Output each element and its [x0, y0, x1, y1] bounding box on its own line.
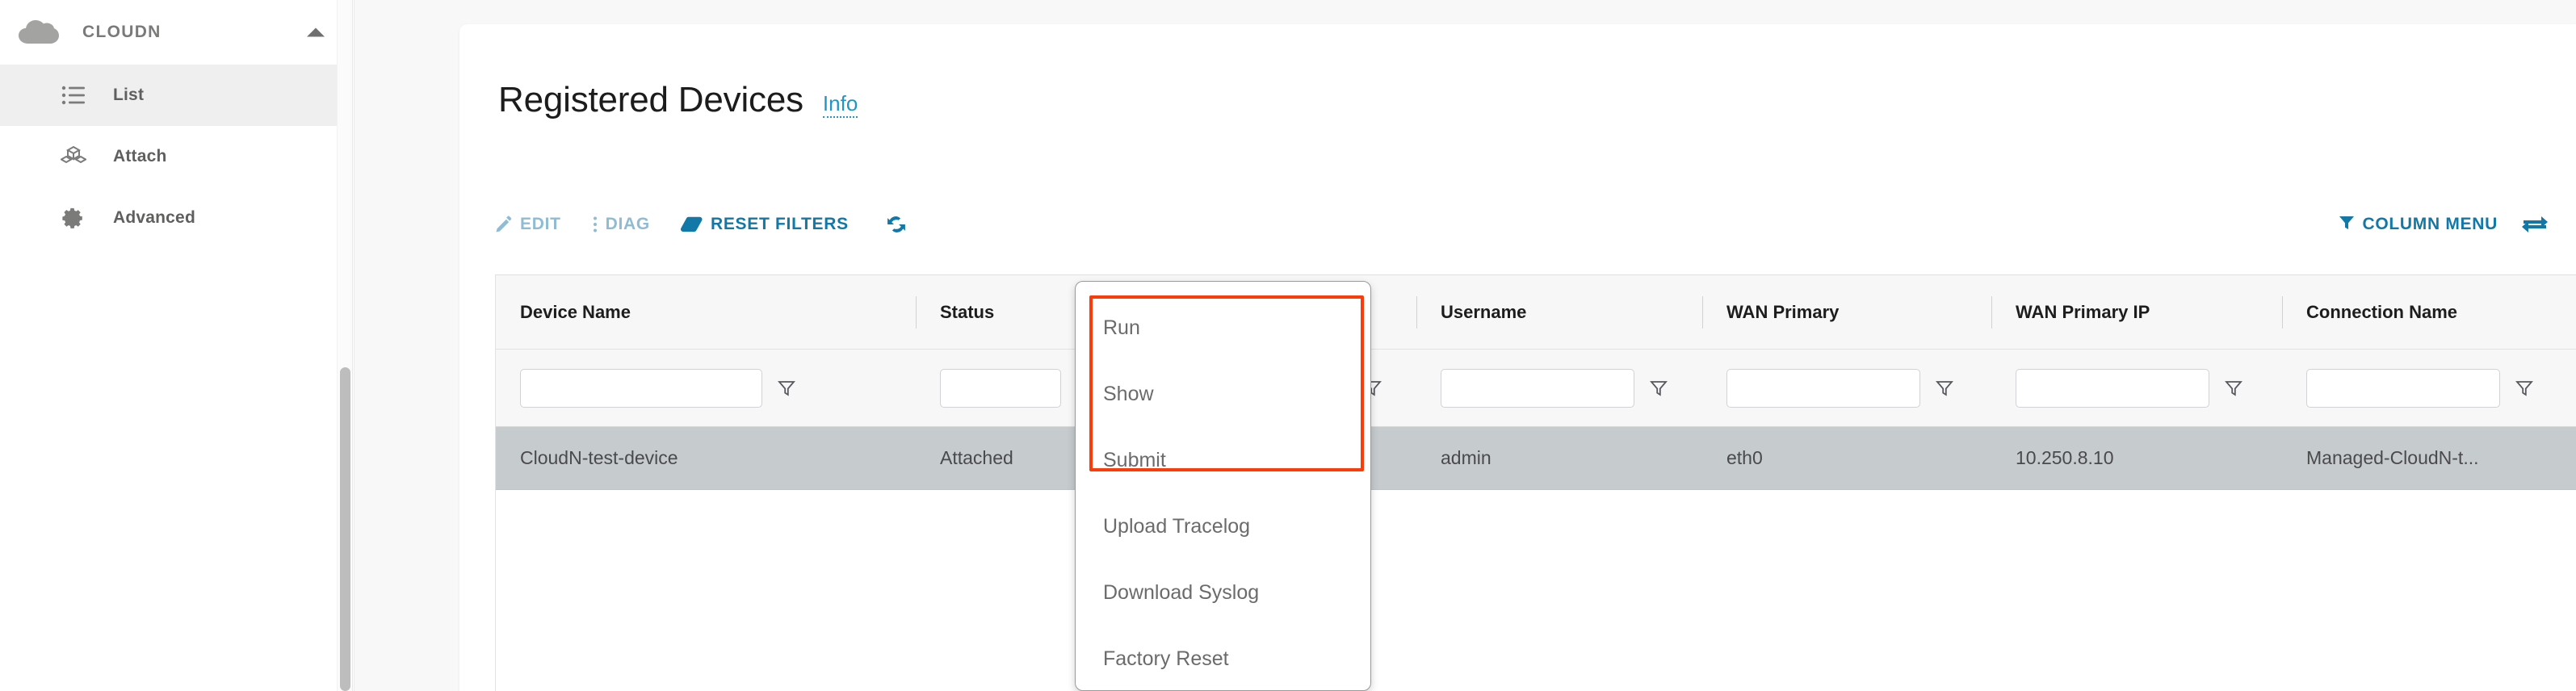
- table-filter-cell: [2282, 350, 2573, 427]
- filter-input[interactable]: [520, 369, 762, 408]
- table-cell: eth0: [1702, 427, 1991, 490]
- menu-item[interactable]: Download Syslog: [1076, 559, 1370, 626]
- menu-item[interactable]: Submit: [1076, 427, 1370, 493]
- table-header-label: WAN Primary: [1726, 302, 1839, 323]
- content-card: Registered Devices Info EDIT: [459, 24, 2576, 691]
- column-divider: [1416, 296, 1417, 329]
- funnel-icon: [2339, 215, 2355, 235]
- diag-button[interactable]: DIAG: [592, 208, 650, 241]
- edit-button[interactable]: EDIT: [495, 208, 561, 241]
- diag-actions-menu[interactable]: Run Show Submit Upload Tracelog Download Sys…: [1075, 281, 1371, 691]
- table-header-cell[interactable]: WAN Primary: [1702, 275, 1991, 350]
- column-menu-button[interactable]: COLUMN MENU: [2339, 215, 2498, 235]
- table-row[interactable]: CloudN-test-deviceAttached10.152.0.56adm…: [496, 427, 2576, 490]
- swap-arrows-icon[interactable]: [2522, 214, 2548, 235]
- sidebar-nav: List Attach: [0, 65, 352, 249]
- devices-table: Device NameStatusManagement IP A...Usern…: [495, 274, 2576, 691]
- table-filter-row: [496, 350, 2576, 427]
- refresh-icon[interactable]: [884, 212, 908, 237]
- diag-button-label: DIAG: [606, 215, 650, 234]
- menu-item-label: Download Syslog: [1103, 581, 1259, 605]
- filter-input[interactable]: [1726, 369, 1920, 408]
- sidebar-scrollbar-thumb[interactable]: [340, 367, 350, 691]
- menu-item[interactable]: Run: [1076, 295, 1370, 361]
- sidebar-brand[interactable]: CLOUDN: [0, 0, 352, 65]
- table-header-row: Device NameStatusManagement IP A...Usern…: [496, 275, 2576, 350]
- filter-input[interactable]: [1441, 369, 1634, 408]
- menu-item[interactable]: Factory Reset: [1076, 626, 1370, 691]
- filter-icon[interactable]: [1935, 379, 1954, 398]
- menu-item-label: Submit: [1103, 449, 1166, 472]
- menu-item[interactable]: Upload Tracelog: [1076, 493, 1370, 559]
- column-divider: [1991, 296, 1992, 329]
- table-header-label: Device Name: [520, 302, 631, 323]
- table-toolbar: EDIT DIAG: [495, 208, 908, 241]
- column-divider: [2282, 296, 2283, 329]
- table-header-cell[interactable]: Username: [1416, 275, 1702, 350]
- reset-filters-button[interactable]: RESET FILTERS: [681, 208, 849, 241]
- column-menu-label: COLUMN MENU: [2362, 215, 2498, 234]
- kebab-menu-icon: [592, 216, 598, 233]
- table-filter-cell: [1702, 350, 1991, 427]
- table-cell: CloudN-test-device: [496, 427, 916, 490]
- page-header: Registered Devices Info: [498, 82, 858, 118]
- caret-up-icon[interactable]: [307, 28, 325, 37]
- filter-input[interactable]: [940, 369, 1061, 408]
- list-icon: [60, 82, 87, 109]
- table-toolbar-right: COLUMN MENU: [2339, 208, 2548, 241]
- menu-item-label: Run: [1103, 316, 1140, 340]
- table-filter-cell: [1416, 350, 1702, 427]
- sidebar-item-label: List: [113, 86, 144, 105]
- edit-button-label: EDIT: [520, 215, 561, 234]
- table-header-label: WAN Primary IP: [2016, 302, 2150, 323]
- sidebar-item-label: Advanced: [113, 208, 195, 228]
- eraser-icon: [681, 216, 703, 233]
- table-filter-cell: [1991, 350, 2282, 427]
- column-divider: [1702, 296, 1703, 329]
- menu-item[interactable]: Show: [1076, 361, 1370, 427]
- table-empty-area: [496, 490, 2576, 691]
- menu-item-label: Upload Tracelog: [1103, 515, 1250, 538]
- table-header-cell[interactable]: Device Name: [496, 275, 916, 350]
- table-header-label: Username: [1441, 302, 1526, 323]
- table-cell: Managed-CloudN-t...: [2282, 427, 2573, 490]
- filter-input[interactable]: [2306, 369, 2500, 408]
- table-filter-cell: [496, 350, 916, 427]
- menu-item-label: Factory Reset: [1103, 647, 1229, 671]
- table-header-label: Connection Name: [2306, 302, 2457, 323]
- sidebar-item-attach[interactable]: Attach: [0, 126, 352, 187]
- filter-icon[interactable]: [2515, 379, 2534, 398]
- reset-filters-label: RESET FILTERS: [711, 215, 849, 234]
- sidebar-scrollbar[interactable]: [337, 0, 352, 691]
- cloud-icon: [18, 19, 60, 46]
- table-cell: admin: [1416, 427, 1702, 490]
- filter-icon[interactable]: [777, 379, 796, 398]
- main-content: Registered Devices Info EDIT: [354, 0, 2576, 691]
- sidebar-item-label: Attach: [113, 147, 167, 166]
- sidebar-item-list[interactable]: List: [0, 65, 352, 126]
- boxes-icon: [60, 143, 87, 170]
- info-link[interactable]: Info: [823, 92, 858, 118]
- sidebar: CLOUDN List: [0, 0, 353, 691]
- table-cell: 10.250.8.10: [1991, 427, 2282, 490]
- table-header-label: Status: [940, 302, 994, 323]
- pencil-icon: [495, 216, 513, 233]
- column-divider: [916, 296, 917, 329]
- table-header-cell[interactable]: Connection Name: [2282, 275, 2573, 350]
- table-body: CloudN-test-deviceAttached10.152.0.56adm…: [496, 427, 2576, 490]
- sidebar-item-advanced[interactable]: Advanced: [0, 187, 352, 249]
- gear-icon: [60, 204, 87, 232]
- app-root: CLOUDN List: [0, 0, 2576, 691]
- filter-input[interactable]: [2016, 369, 2209, 408]
- brand-label: CLOUDN: [82, 23, 162, 42]
- filter-icon[interactable]: [1649, 379, 1668, 398]
- page-title: Registered Devices: [498, 82, 803, 118]
- table-header-cell[interactable]: WAN Primary IP: [1991, 275, 2282, 350]
- filter-icon[interactable]: [2224, 379, 2243, 398]
- menu-item-label: Show: [1103, 383, 1154, 406]
